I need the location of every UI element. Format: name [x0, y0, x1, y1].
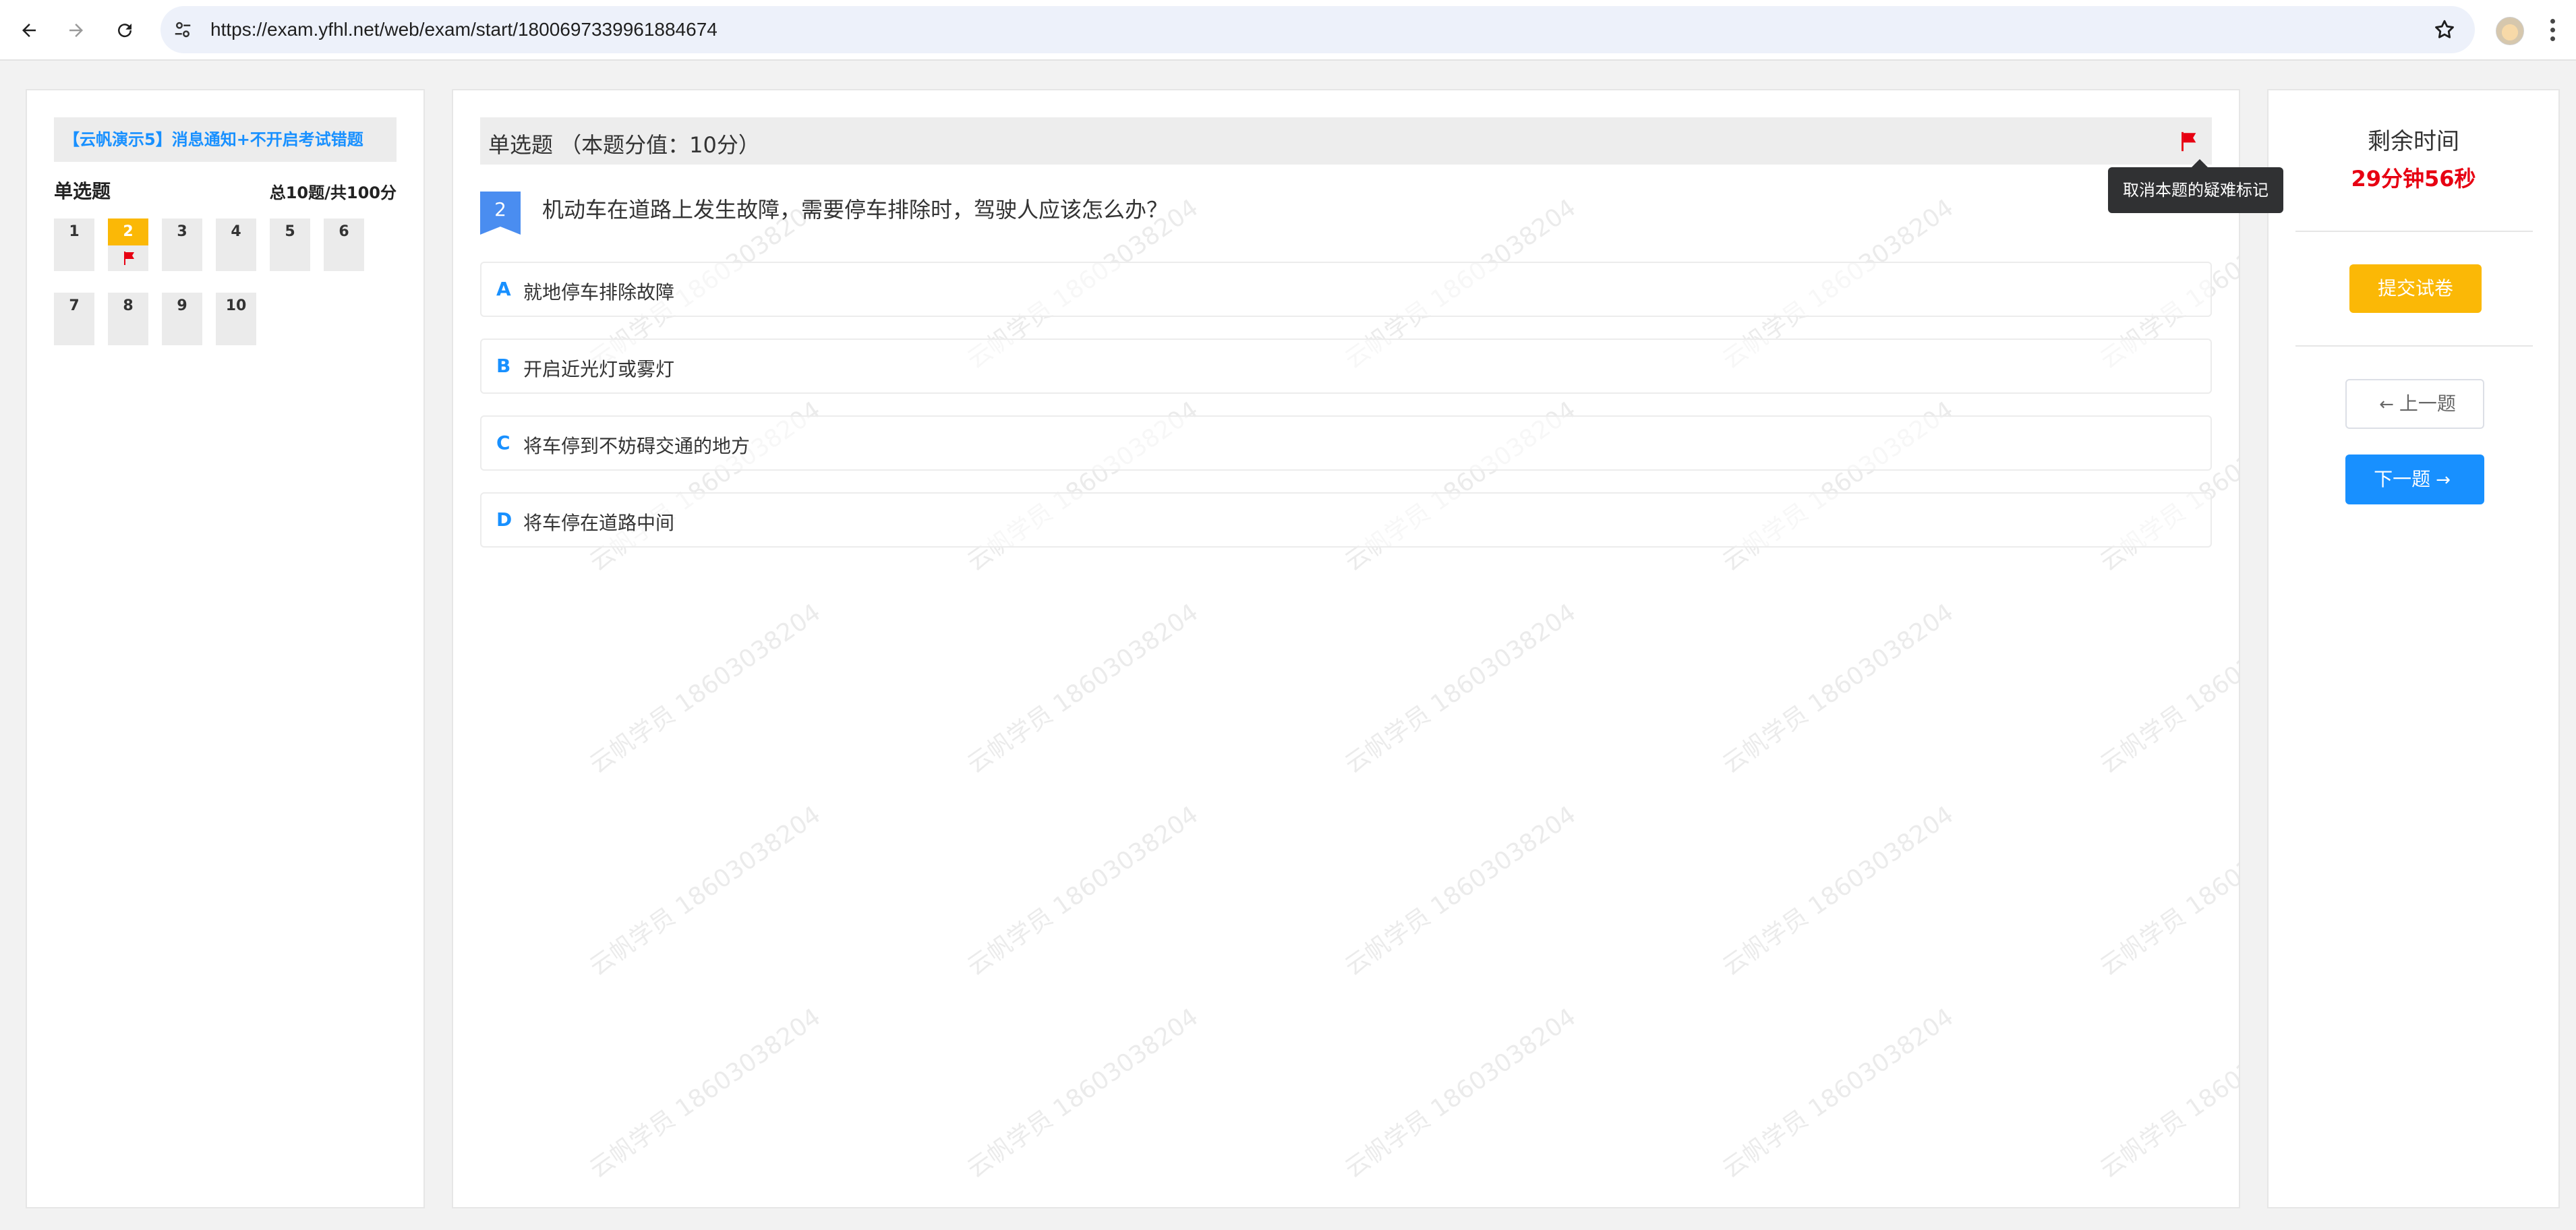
question-stem: 机动车在道路上发生故障，需要停车排除时，驾驶人应该怎么办？ — [542, 197, 1169, 223]
watermark-text: 云帆学员 18603038204 — [2095, 1003, 2240, 1183]
question-nav-item[interactable]: 5 — [270, 218, 310, 271]
browser-toolbar: https://exam.yfhl.net/web/exam/start/180… — [0, 0, 2576, 61]
exam-title: 【云帆演示5】消息通知+不开启考试错题 — [54, 117, 397, 162]
question-nav-number: 2 — [108, 218, 148, 245]
section-name: 单选题 — [54, 180, 111, 202]
divider — [2295, 231, 2533, 232]
question-nav-item[interactable]: 1 — [54, 218, 94, 271]
arrow-right-icon: → — [2436, 470, 2451, 490]
prev-label: 上一题 — [2399, 392, 2456, 415]
question-panel: 云帆学员 18603038204 云帆学员 18603038204 云帆学员 186… — [452, 89, 2240, 1208]
option-c[interactable]: C 将车停到不妨碍交通的地方 — [480, 415, 2212, 471]
question-nav-number: 9 — [177, 297, 187, 314]
question-nav-number: 6 — [339, 223, 349, 240]
option-letter: D — [496, 508, 513, 531]
watermark-text: 云帆学员 18603038204 — [585, 800, 826, 981]
option-text: 开启近光灯或雾灯 — [523, 358, 675, 380]
site-settings-icon[interactable] — [173, 20, 193, 40]
address-bar[interactable]: https://exam.yfhl.net/web/exam/start/180… — [160, 6, 2475, 53]
star-icon[interactable] — [2433, 18, 2456, 41]
reload-icon — [118, 24, 132, 38]
option-a[interactable]: A 就地停车排除故障 — [480, 262, 2212, 317]
option-letter: C — [496, 432, 510, 454]
question-nav-number: 4 — [231, 223, 241, 240]
arrow-left-icon: ← — [2379, 394, 2394, 415]
option-letter: A — [496, 278, 511, 300]
watermark-text: 云帆学员 18603038204 — [1718, 598, 1959, 779]
watermark-text: 云帆学员 18603038204 — [1340, 800, 1581, 981]
submit-exam-button[interactable]: 提交试卷 — [2349, 264, 2482, 313]
question-nav-item[interactable]: 2 — [108, 218, 148, 271]
question-nav-item[interactable]: 4 — [216, 218, 256, 271]
back-button[interactable] — [12, 13, 46, 47]
question-nav-item[interactable]: 8 — [108, 293, 148, 345]
previous-question-button[interactable]: ← 上一题 — [2345, 379, 2484, 429]
question-nav-item[interactable]: 6 — [324, 218, 364, 271]
question-nav-item[interactable]: 3 — [162, 218, 202, 271]
watermark-text: 云帆学员 18603038204 — [1340, 1003, 1581, 1183]
flag-icon[interactable] — [2177, 129, 2200, 154]
reload-button[interactable] — [108, 13, 142, 47]
watermark-text: 云帆学员 18603038204 — [2095, 800, 2240, 981]
flag-icon — [124, 252, 134, 265]
more-menu-icon[interactable] — [2548, 16, 2557, 45]
question-type-score: 单选题 （本题分值：10分） — [488, 132, 760, 158]
time-remaining-label: 剩余时间 — [2368, 128, 2459, 155]
watermark-text: 云帆学员 18603038204 — [585, 598, 826, 779]
question-nav-number: 10 — [225, 297, 247, 314]
option-b[interactable]: B 开启近光灯或雾灯 — [480, 339, 2212, 394]
watermark-text: 云帆学员 18603038204 — [962, 598, 1204, 779]
question-nav-item[interactable]: 9 — [162, 293, 202, 345]
next-label: 下一题 — [2374, 468, 2431, 490]
section-header: 单选题 总10题/共100分 — [54, 177, 397, 204]
watermark-text: 云帆学员 18603038204 — [962, 1003, 1204, 1183]
option-text: 就地停车排除故障 — [523, 281, 675, 303]
watermark-text: 云帆学员 18603038204 — [1340, 598, 1581, 779]
profile-avatar-icon[interactable] — [2496, 17, 2524, 45]
question-nav-number: 7 — [69, 297, 80, 314]
question-nav-number: 3 — [177, 223, 187, 240]
section-meta: 总10题/共100分 — [269, 183, 397, 202]
question-header: 单选题 （本题分值：10分） — [480, 117, 2212, 165]
divider — [2295, 345, 2533, 347]
question-number: 2 — [494, 198, 506, 221]
option-d[interactable]: D 将车停在道路中间 — [480, 492, 2212, 548]
next-question-button[interactable]: 下一题 → — [2345, 455, 2484, 504]
time-remaining-value: 29分钟56秒 — [2351, 166, 2476, 192]
url-text[interactable]: https://exam.yfhl.net/web/exam/start/180… — [210, 20, 718, 40]
forward-button[interactable] — [59, 13, 93, 47]
option-text: 将车停到不妨碍交通的地方 — [523, 435, 751, 457]
watermark-text: 云帆学员 18603038204 — [962, 800, 1204, 981]
back-arrow-icon — [22, 24, 36, 37]
watermark-text: 云帆学员 18603038204 — [1718, 800, 1959, 981]
question-nav-item[interactable]: 7 — [54, 293, 94, 345]
watermark-text: 云帆学员 18603038204 — [585, 1003, 826, 1183]
question-navigator-panel: 【云帆演示5】消息通知+不开启考试错题 单选题 总10题/共100分 1 2 3 4 5… — [26, 89, 425, 1208]
watermark-text: 云帆学员 18603038204 — [1718, 1003, 1959, 1183]
question-nav-number: 5 — [285, 223, 295, 240]
question-nav-number: 8 — [123, 297, 134, 314]
option-text: 将车停在道路中间 — [523, 512, 675, 534]
forward-arrow-icon — [69, 24, 83, 37]
question-number-badge: 2 — [480, 192, 521, 235]
exam-control-panel: 剩余时间 29分钟56秒 提交试卷 ← 上一题 下一题 → — [2267, 89, 2560, 1208]
question-nav-number: 1 — [69, 223, 80, 240]
option-letter: B — [496, 355, 511, 377]
flag-tooltip: 取消本题的疑难标记 — [2108, 159, 2283, 213]
watermark-text: 云帆学员 18603038204 — [2095, 598, 2240, 779]
question-nav-item[interactable]: 10 — [216, 293, 256, 345]
